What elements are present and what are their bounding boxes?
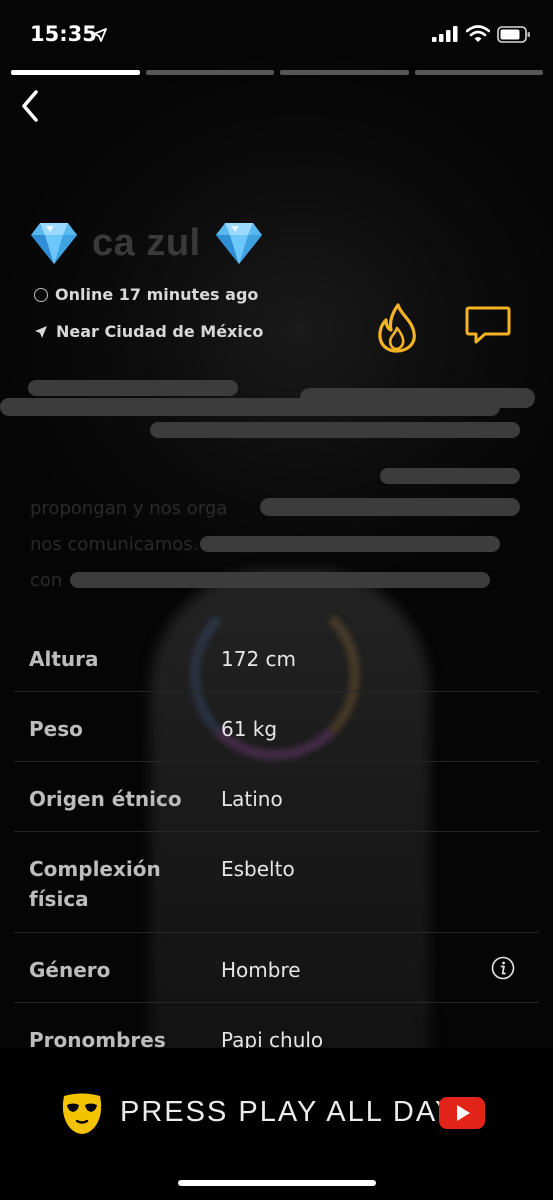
navigation-arrow-icon bbox=[35, 325, 47, 338]
location-text: Near Ciudad de México bbox=[56, 322, 264, 341]
grindr-mask-icon bbox=[62, 1093, 102, 1134]
stat-label: Origen étnico bbox=[29, 787, 182, 811]
redaction-mark bbox=[70, 572, 490, 588]
status-time: 15:35 bbox=[30, 22, 97, 46]
redaction-mark bbox=[380, 468, 520, 484]
location-row: Near Ciudad de México bbox=[34, 322, 263, 341]
stat-value: Esbelto bbox=[221, 857, 295, 881]
progress-segment-4 bbox=[414, 70, 543, 75]
stat-row-weight: Peso 61 kg bbox=[14, 692, 539, 762]
chevron-left-icon bbox=[22, 90, 38, 122]
progress-segment-2 bbox=[145, 70, 274, 75]
story-progress bbox=[11, 70, 543, 75]
stat-label: Complexión física bbox=[29, 857, 161, 911]
bio-section: propongan y nos orga nos comunicamos. Sí… bbox=[0, 368, 553, 600]
tap-button[interactable] bbox=[374, 302, 420, 354]
redaction-mark bbox=[28, 380, 238, 396]
youtube-play-icon bbox=[439, 1097, 485, 1129]
signal-icon bbox=[432, 26, 458, 42]
redaction-mark bbox=[200, 536, 500, 552]
online-status: Online 17 minutes ago bbox=[34, 285, 258, 304]
stat-value: Latino bbox=[221, 787, 283, 811]
bio-fragment-2: nos comunicamos. Sí bbox=[30, 534, 221, 555]
stat-row-ethnicity: Origen étnico Latino bbox=[14, 762, 539, 832]
profile-stats: Altura 172 cm Peso 61 kg Origen étnico L… bbox=[14, 622, 539, 1073]
profile-name: ca zul bbox=[92, 221, 201, 264]
ad-text: PRESS PLAY ALL DAY bbox=[120, 1096, 457, 1128]
stat-label: Género bbox=[29, 958, 111, 982]
stat-row-gender: Género Hombre bbox=[14, 933, 539, 1003]
stat-value: 61 kg bbox=[221, 717, 278, 741]
diamond-icon bbox=[215, 223, 262, 264]
profile-name-row: ca zul bbox=[30, 218, 263, 268]
home-indicator[interactable] bbox=[178, 1180, 376, 1186]
stat-row-height: Altura 172 cm bbox=[14, 622, 539, 692]
wifi-icon bbox=[466, 25, 490, 42]
stat-value: Hombre bbox=[221, 958, 301, 982]
stat-row-body-type: Complexión física Esbelto bbox=[14, 832, 539, 933]
online-status-text: Online 17 minutes ago bbox=[55, 285, 259, 304]
progress-segment-3 bbox=[280, 70, 409, 75]
stat-label: Peso bbox=[29, 717, 83, 741]
redaction-mark bbox=[260, 498, 520, 516]
progress-segment-1 bbox=[11, 70, 140, 75]
battery-icon bbox=[497, 26, 530, 43]
status-circle-icon bbox=[34, 287, 48, 302]
stat-value: 172 cm bbox=[221, 647, 297, 671]
stat-label: Altura bbox=[29, 647, 99, 671]
location-arrow-icon bbox=[93, 28, 107, 42]
bio-fragment-3: con bbox=[30, 570, 63, 591]
bio-fragment-1: propongan y nos orga bbox=[30, 498, 228, 519]
info-icon[interactable] bbox=[491, 956, 515, 980]
diamond-icon bbox=[31, 223, 77, 264]
status-bar: 15:35 bbox=[0, 0, 553, 64]
chat-bubble-icon bbox=[465, 306, 511, 344]
redaction-mark bbox=[300, 388, 535, 408]
redaction-mark bbox=[150, 422, 520, 438]
chat-button[interactable] bbox=[464, 304, 512, 348]
back-button[interactable] bbox=[16, 86, 48, 126]
